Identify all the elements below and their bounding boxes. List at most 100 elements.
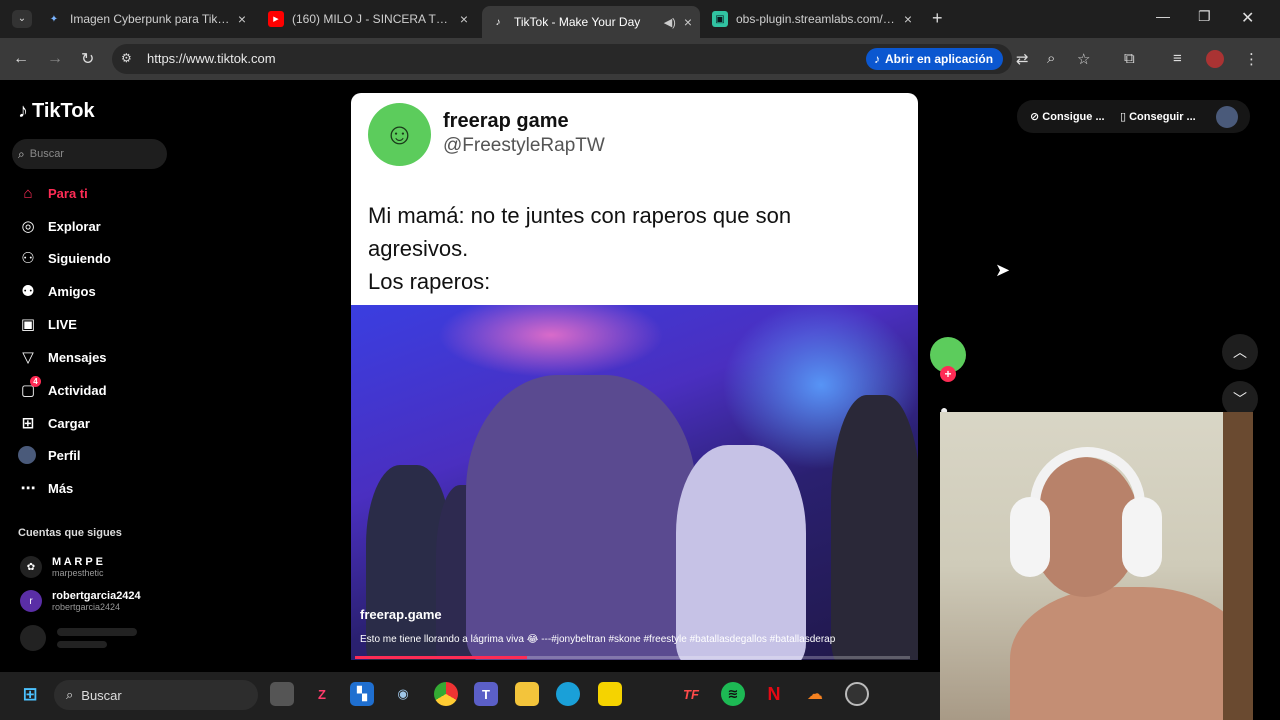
- forward-icon[interactable]: →: [47, 50, 63, 68]
- browser-tab-bar: ⌄ ✦ Imagen Cyberpunk para TikTok × ▶ (16…: [0, 0, 1280, 38]
- tf-icon[interactable]: TF: [679, 682, 703, 706]
- profile-icon: [18, 446, 36, 464]
- mouse-cursor-icon: ➤: [995, 260, 1011, 280]
- phone-icon: ▯: [1120, 111, 1130, 123]
- avatar: r: [20, 590, 42, 612]
- get-coins-button[interactable]: ⊘ Consigue ...: [1030, 110, 1105, 123]
- cloudflare-icon[interactable]: ☁: [803, 682, 827, 706]
- loading-text-placeholder: [57, 641, 107, 648]
- tab-streamlabs[interactable]: ▣ obs-plugin.streamlabs.com/aut ×: [704, 6, 920, 32]
- webcam-person-body: [1010, 587, 1250, 720]
- menu-kebab-icon[interactable]: ⋮: [1244, 50, 1259, 68]
- profile-avatar[interactable]: [1206, 50, 1224, 68]
- zed-icon[interactable]: Z: [310, 682, 334, 706]
- streamlabs-icon: ▣: [712, 11, 728, 27]
- nav-label: Actividad: [48, 382, 107, 398]
- nav-friends[interactable]: ⚉ Amigos: [18, 279, 95, 303]
- youtube-icon: ▶: [268, 11, 284, 27]
- user-avatar[interactable]: [1216, 106, 1238, 128]
- video-person: [676, 445, 806, 660]
- sticky-notes-icon[interactable]: [598, 682, 622, 706]
- store-icon[interactable]: ▚: [350, 682, 374, 706]
- video-username[interactable]: freerap.game: [360, 607, 442, 622]
- nav-live[interactable]: ▣ LIVE: [18, 312, 77, 336]
- nav-profile[interactable]: Perfil: [18, 443, 81, 467]
- tab-tiktok[interactable]: ♪ TikTok - Make Your Day ◀) ×: [482, 6, 700, 38]
- tab-youtube[interactable]: ▶ (160) MILO J - SINCERA TE (Vid ×: [260, 6, 476, 32]
- video-post-card[interactable]: ☺ freerap game @FreestyleRapTW Mi mamá: …: [351, 93, 918, 660]
- reload-icon[interactable]: ↻: [81, 49, 94, 69]
- obs-icon[interactable]: [845, 682, 869, 706]
- taskbar-search-label: Buscar: [81, 687, 122, 703]
- headphones-right: [1122, 497, 1162, 577]
- nav-label: Para ti: [48, 185, 88, 201]
- avatar: ✿: [20, 556, 42, 578]
- compass-icon: ◎: [21, 218, 35, 235]
- follow-button[interactable]: +: [940, 366, 956, 382]
- nav-messages[interactable]: ▽ Mensajes: [18, 345, 106, 369]
- files-icon[interactable]: [270, 682, 294, 706]
- tiktok-icon: ♪: [874, 52, 880, 66]
- new-tab-button[interactable]: +: [932, 8, 943, 29]
- search-input[interactable]: ⌕ Buscar: [12, 139, 167, 169]
- media-control-icon[interactable]: ≡: [1173, 50, 1182, 67]
- speaker-icon[interactable]: ◀): [664, 16, 676, 29]
- explorer-icon[interactable]: [515, 682, 539, 706]
- zoom-icon[interactable]: ⌕: [1047, 50, 1055, 67]
- video-progress-bar[interactable]: [355, 656, 910, 659]
- chrome-icon[interactable]: [434, 682, 458, 706]
- followed-account[interactable]: r robertgarcia2424 robertgarcia2424: [20, 590, 141, 612]
- account-username: robertgarcia2424: [52, 602, 121, 612]
- taskbar-search[interactable]: ⌕ Buscar: [54, 680, 258, 710]
- search-icon: ⌕: [18, 146, 25, 161]
- bookmark-star-icon[interactable]: ☆: [1077, 50, 1090, 68]
- followed-account[interactable]: ✿ M A R P E marpesthetic: [20, 556, 104, 578]
- webcam-overlay: [940, 412, 1253, 720]
- nav-upload[interactable]: ⊞ Cargar: [18, 411, 90, 435]
- friends-icon: ⚉: [21, 283, 35, 300]
- account-name: M A R P E: [52, 556, 103, 568]
- tab-gemini[interactable]: ✦ Imagen Cyberpunk para TikTok ×: [38, 6, 254, 32]
- site-info-icon[interactable]: ⚙: [121, 51, 132, 65]
- minimize-icon[interactable]: —: [1156, 8, 1170, 24]
- nav-for-you[interactable]: ⌂ Para ti: [18, 181, 88, 205]
- previous-video-button[interactable]: ︿: [1222, 334, 1258, 370]
- translate-icon[interactable]: ⇄: [1016, 50, 1029, 68]
- nav-explore[interactable]: ◎ Explorar: [18, 214, 100, 238]
- account-name: robertgarcia2424: [52, 590, 141, 602]
- open-in-app-label: Abrir en aplicación: [885, 52, 994, 66]
- restore-icon[interactable]: ❐: [1198, 8, 1211, 25]
- close-window-icon[interactable]: ✕: [1241, 8, 1254, 28]
- tab-label: (160) MILO J - SINCERA TE (Vid: [292, 12, 452, 26]
- back-icon[interactable]: ←: [13, 50, 29, 68]
- extensions-icon[interactable]: ⧉: [1124, 50, 1135, 67]
- activity-icon: ▢ 4: [18, 376, 41, 399]
- get-app-button[interactable]: ▯ Conseguir ...: [1120, 110, 1196, 123]
- close-icon[interactable]: ×: [460, 11, 468, 27]
- more-icon: ⋯: [20, 480, 36, 497]
- tab-search-dropdown-icon[interactable]: ⌄: [12, 10, 32, 28]
- teams-icon[interactable]: T: [474, 682, 498, 706]
- close-icon[interactable]: ×: [684, 14, 692, 30]
- home-icon: ⌂: [23, 184, 33, 202]
- nav-following[interactable]: ⚇ Siguiendo: [18, 246, 111, 270]
- spotify-icon[interactable]: ≋: [721, 682, 745, 706]
- netflix-icon[interactable]: N: [762, 682, 786, 706]
- following-accounts-title: Cuentas que sigues: [18, 527, 122, 539]
- nav-activity[interactable]: ▢ 4 Actividad: [18, 376, 107, 402]
- loading-avatar-placeholder: [20, 625, 46, 651]
- close-icon[interactable]: ×: [904, 11, 912, 27]
- chevron-down-icon: ﹀: [1233, 391, 1247, 407]
- edge-icon[interactable]: [556, 682, 580, 706]
- windows-start-icon[interactable]: ⊞: [18, 682, 42, 706]
- nav-more[interactable]: ⋯ Más: [18, 476, 74, 500]
- cartoon-avatar-icon: ☺: [384, 117, 415, 151]
- tweet-display-name: freerap game: [443, 110, 569, 132]
- open-in-app-button[interactable]: ♪ Abrir en aplicación: [866, 48, 1004, 70]
- steam-icon[interactable]: ◉: [391, 682, 415, 706]
- tiktok-logo[interactable]: ♪ TikTok: [18, 100, 95, 123]
- video-caption: Esto me tiene llorando a lágrima viva 😂 …: [360, 634, 836, 645]
- close-icon[interactable]: ×: [238, 11, 246, 27]
- url-text[interactable]: https://www.tiktok.com: [147, 51, 276, 66]
- nav-label: LIVE: [48, 316, 77, 332]
